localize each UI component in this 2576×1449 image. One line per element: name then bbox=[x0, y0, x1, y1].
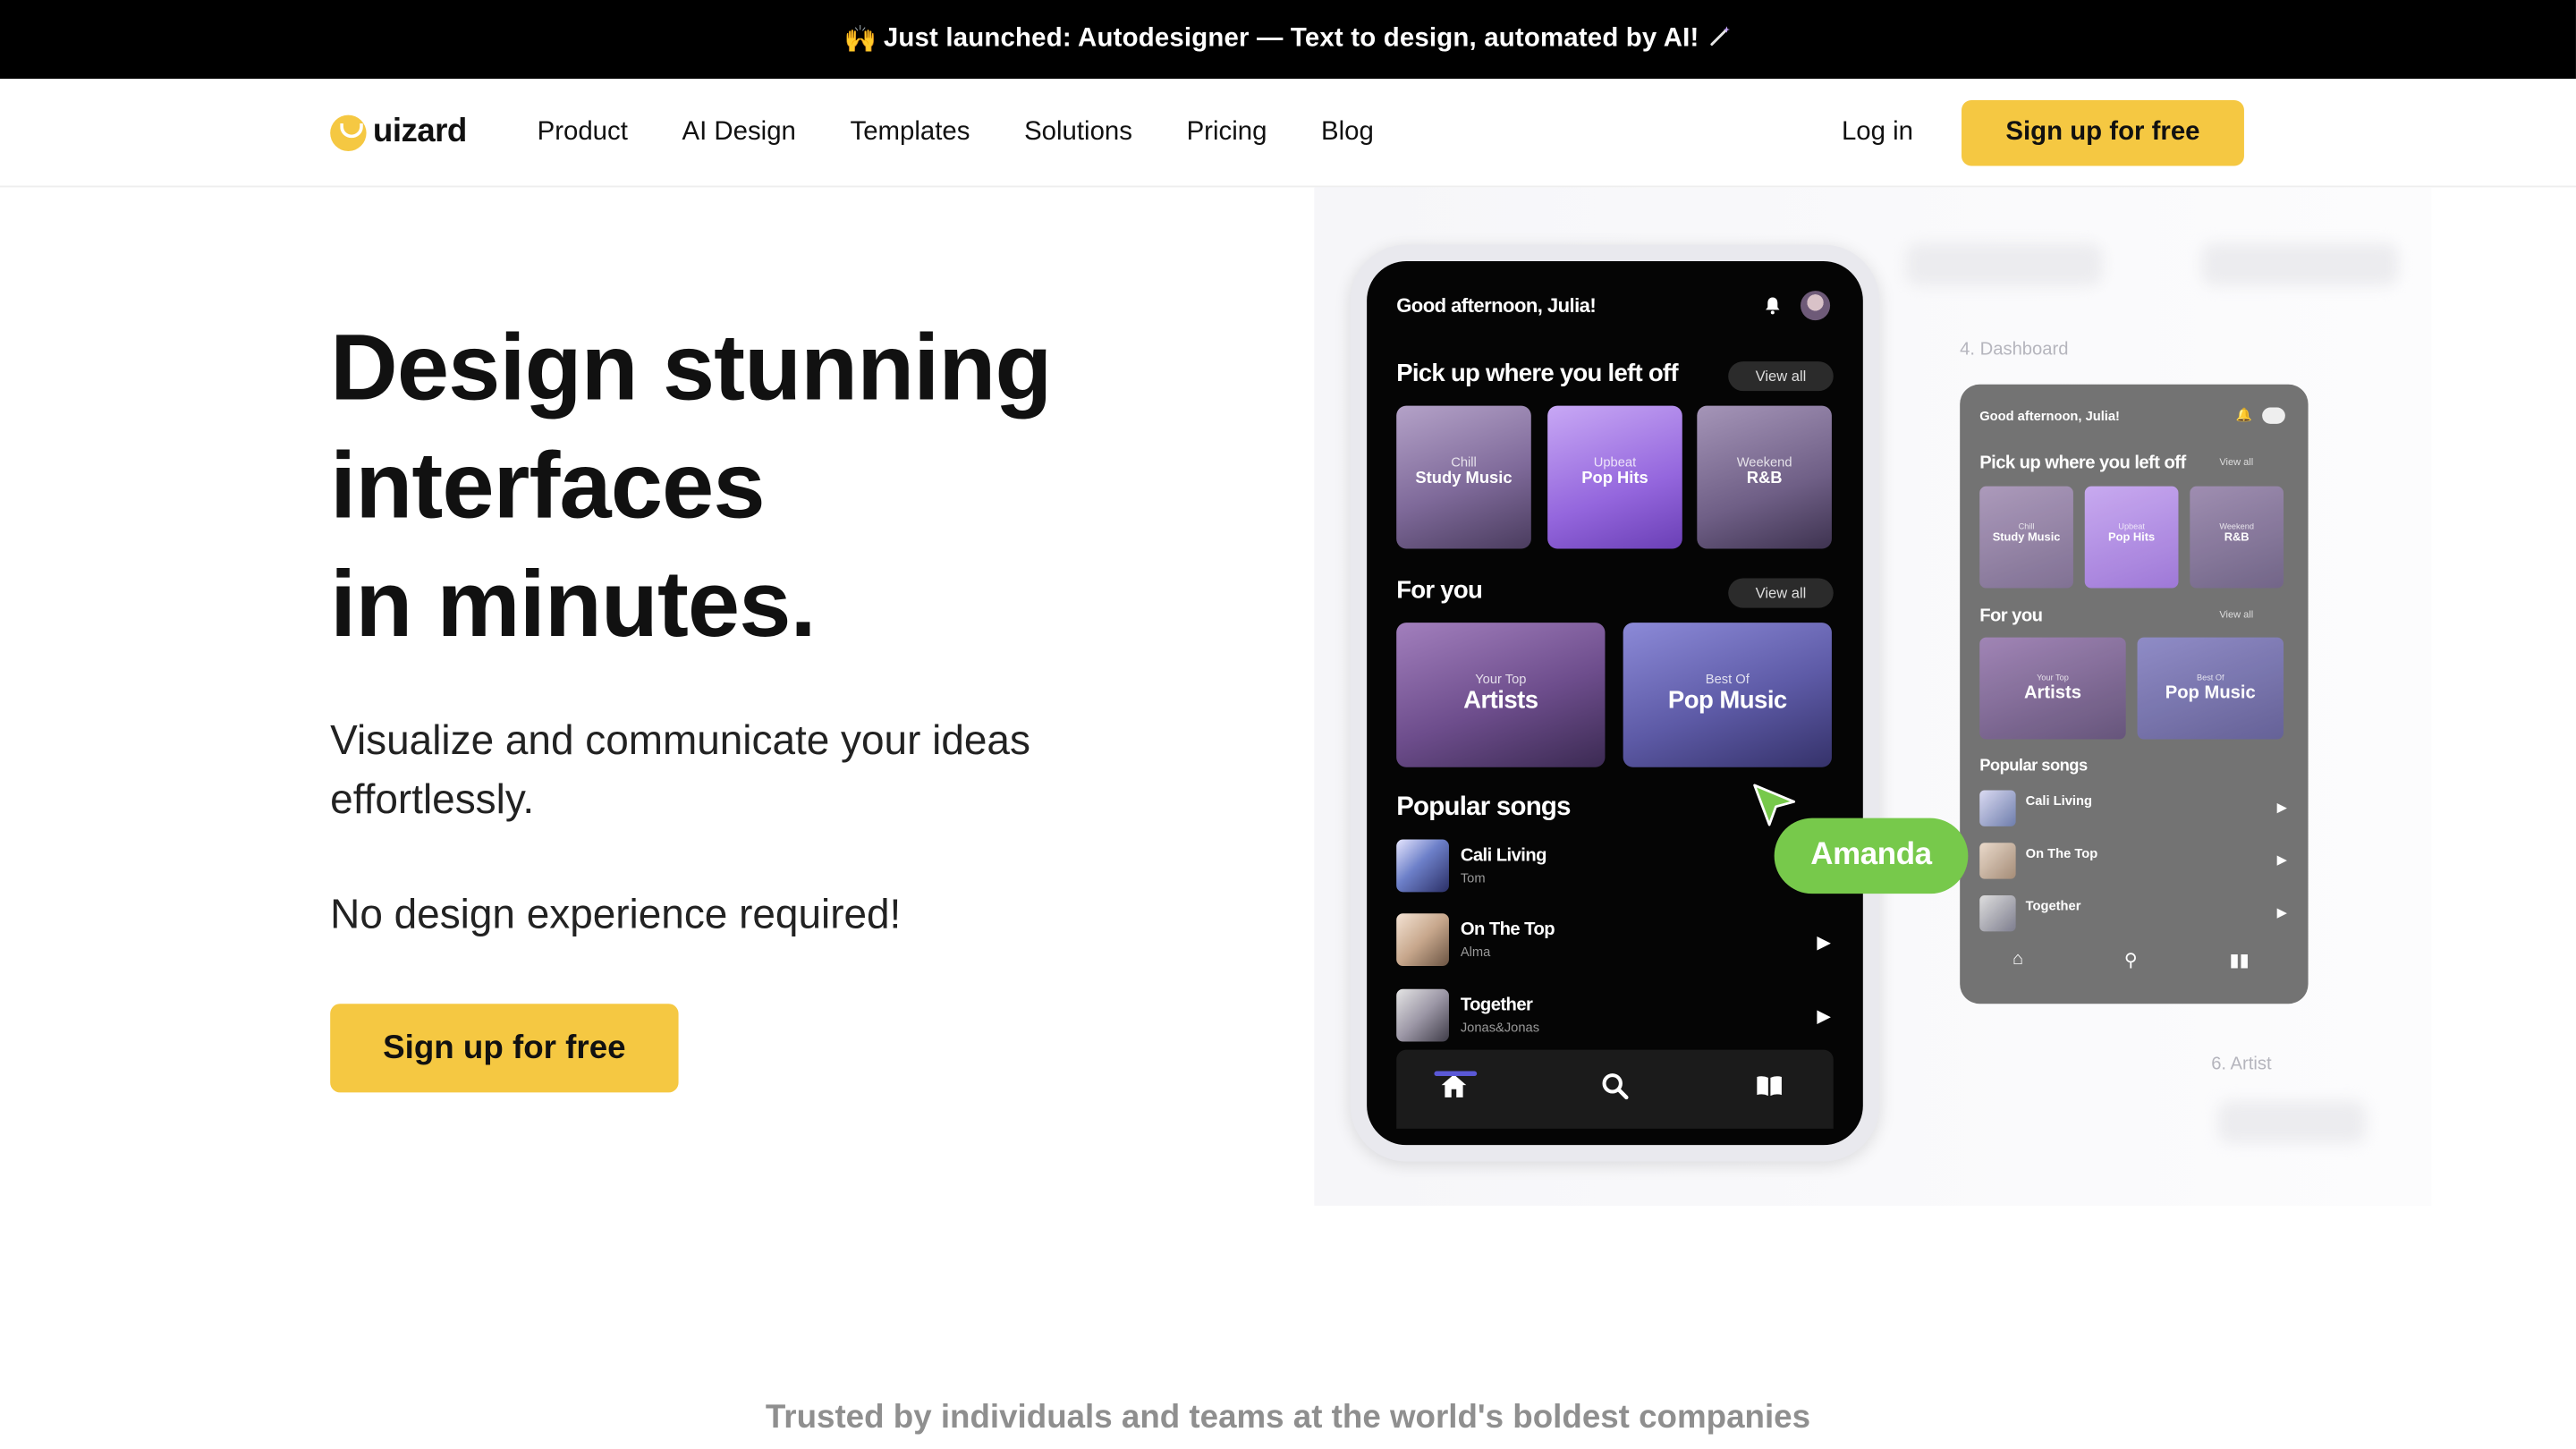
frame-label-dashboard: 4. Dashboard bbox=[1960, 340, 2069, 360]
search-icon: ⚲ bbox=[2123, 951, 2138, 971]
page: 🙌 Just launched: Autodesigner — Text to … bbox=[0, 0, 2576, 1449]
dashboard-frame[interactable]: Good afternoon, Julia! 🔔 Pick up where y… bbox=[1960, 384, 2309, 1004]
nav-link-solutions[interactable]: Solutions bbox=[1024, 118, 1132, 148]
phone-screen: Good afternoon, Julia! Pick up where you… bbox=[1367, 261, 1863, 1146]
dashboard-big-tile: Your Top Artists bbox=[1979, 637, 2126, 740]
magic-wand-icon bbox=[1708, 24, 1732, 55]
nav-links: Product AI Design Templates Solutions Pr… bbox=[538, 118, 1428, 148]
tile-pop-music[interactable]: Best Of Pop Music bbox=[1623, 623, 1832, 767]
logo[interactable]: uizard bbox=[330, 114, 467, 151]
avatar[interactable] bbox=[1801, 291, 1831, 321]
dashboard-big-tile: Best Of Pop Music bbox=[2137, 637, 2284, 740]
home-icon: ⌂ bbox=[2012, 949, 2024, 970]
nav-link-ai-design[interactable]: AI Design bbox=[682, 118, 795, 148]
home-icon[interactable] bbox=[1439, 1072, 1469, 1109]
greeting: Good afternoon, Julia! bbox=[1396, 293, 1597, 318]
dashboard-greeting: Good afternoon, Julia! bbox=[1979, 409, 2120, 424]
section-title-popular-songs: Popular songs bbox=[1396, 793, 1571, 822]
dashboard-for-you: For you bbox=[1979, 606, 2043, 626]
hero-subtitle-2: No design experience required! bbox=[330, 892, 902, 938]
blurred-frame-header bbox=[2201, 242, 2399, 286]
phone-mockup[interactable]: Good afternoon, Julia! Pick up where you… bbox=[1350, 244, 1880, 1162]
nav-link-pricing[interactable]: Pricing bbox=[1187, 118, 1267, 148]
dashboard-view-all-2: View all bbox=[2219, 611, 2254, 622]
library-icon: ▮▮ bbox=[2229, 951, 2250, 971]
nav-signup-button[interactable]: Sign up for free bbox=[1962, 100, 2244, 166]
play-icon[interactable]: ▶ bbox=[1817, 1005, 1831, 1027]
album-art bbox=[1396, 988, 1449, 1042]
view-all-button[interactable]: View all bbox=[1728, 361, 1834, 392]
top-navigation: uizard Product AI Design Templates Solut… bbox=[0, 79, 2576, 188]
nav-link-blog[interactable]: Blog bbox=[1321, 118, 1374, 148]
album-art bbox=[1396, 839, 1449, 893]
view-all-button-2[interactable]: View all bbox=[1728, 578, 1834, 608]
section-title-for-you: For you bbox=[1396, 576, 1483, 605]
collaborator-name-tag: Amanda bbox=[1774, 818, 1969, 894]
active-tab-indicator bbox=[1434, 1071, 1478, 1077]
hero-signup-button[interactable]: Sign up for free bbox=[330, 1004, 679, 1093]
dashboard-tile: Upbeat Pop Hits bbox=[2084, 486, 2179, 589]
uizard-logo-icon bbox=[330, 114, 367, 151]
play-icon: ▶ bbox=[2276, 852, 2287, 868]
dashboard-section-title: Pick up where you left off bbox=[1979, 453, 2186, 473]
hero-title: Design stunning interfaces in minutes. bbox=[330, 309, 1052, 664]
dashboard-tile: Chill Study Music bbox=[1979, 486, 2073, 589]
play-icon[interactable]: ▶ bbox=[1817, 931, 1831, 953]
playlist-tile-study-music[interactable]: Chill Study Music bbox=[1396, 405, 1531, 549]
bell-icon: 🔔 bbox=[2235, 407, 2253, 423]
announcement-text[interactable]: Just launched: Autodesigner — Text to de… bbox=[884, 25, 1699, 55]
login-link[interactable]: Log in bbox=[1842, 118, 1913, 148]
blurred-frame-header bbox=[2217, 1100, 2366, 1144]
phone-tab-bar bbox=[1396, 1049, 1834, 1129]
nav-link-templates[interactable]: Templates bbox=[851, 118, 970, 148]
play-icon: ▶ bbox=[2276, 905, 2287, 920]
trusted-by-heading: Trusted by individuals and teams at the … bbox=[765, 1399, 1811, 1436]
tile-top-artists[interactable]: Your Top Artists bbox=[1396, 623, 1606, 767]
hero-title-line-1: Design stunning bbox=[330, 315, 1052, 421]
hero-title-line-3: in minutes. bbox=[330, 552, 816, 657]
frame-label-artist: 6. Artist bbox=[2211, 1055, 2272, 1075]
hero-subtitle: Visualize and communicate your ideas eff… bbox=[330, 717, 1030, 824]
nav-link-product[interactable]: Product bbox=[538, 118, 628, 148]
dashboard-tile: Weekend R&B bbox=[2190, 486, 2284, 589]
album-art bbox=[1396, 913, 1449, 966]
hero-title-line-2: interfaces bbox=[330, 433, 765, 539]
bell-icon[interactable] bbox=[1763, 296, 1783, 321]
play-icon: ▶ bbox=[2276, 800, 2287, 816]
toggle-icon bbox=[2262, 407, 2285, 424]
playlist-tile-rnb[interactable]: Weekend R&B bbox=[1697, 405, 1832, 549]
announcement-banner[interactable]: 🙌 Just launched: Autodesigner — Text to … bbox=[0, 0, 2576, 80]
logo-text: uizard bbox=[372, 113, 467, 150]
blurred-frame-header bbox=[1905, 242, 2103, 286]
playlist-tile-pop-hits[interactable]: Upbeat Pop Hits bbox=[1547, 405, 1682, 549]
dashboard-view-all: View all bbox=[2219, 458, 2254, 469]
library-icon[interactable] bbox=[1755, 1072, 1784, 1109]
section-title-continue: Pick up where you left off bbox=[1396, 360, 1678, 388]
dashboard-popular-songs: Popular songs bbox=[1979, 757, 2088, 775]
raised-hands-icon: 🙌 bbox=[843, 26, 877, 55]
search-icon[interactable] bbox=[1600, 1072, 1630, 1109]
